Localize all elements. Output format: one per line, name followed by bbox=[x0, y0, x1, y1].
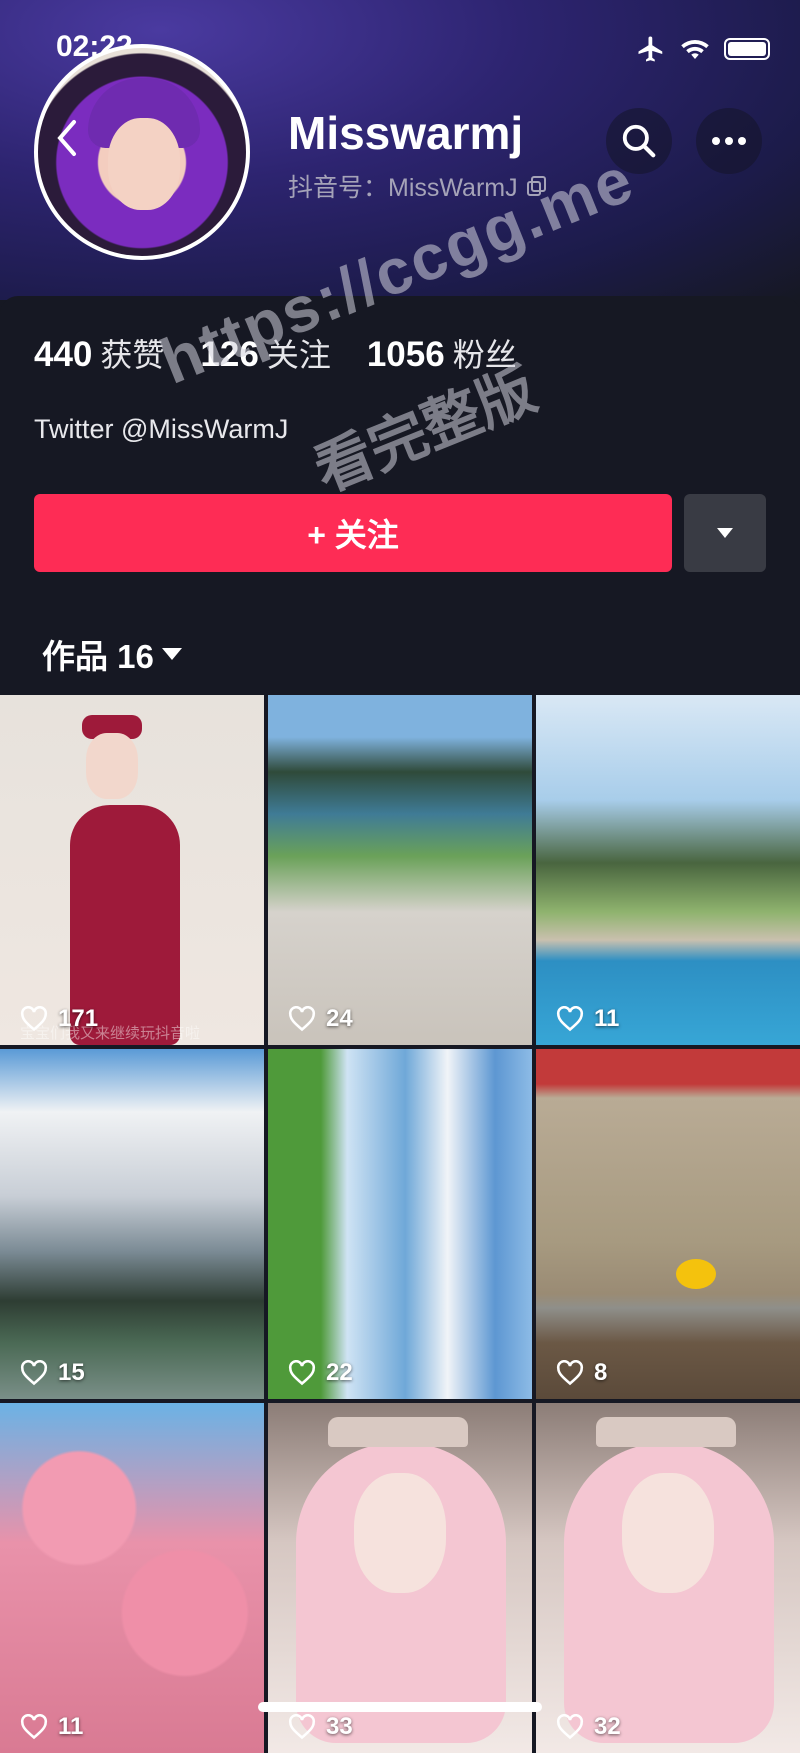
more-icon bbox=[712, 137, 746, 145]
tab-works[interactable]: 作品 16 bbox=[42, 630, 182, 678]
video-tile[interactable]: 11 bbox=[536, 695, 800, 1045]
heart-icon bbox=[288, 1360, 316, 1386]
video-tile[interactable]: 8 bbox=[536, 1049, 800, 1399]
like-count: 22 bbox=[288, 1359, 353, 1387]
caret-down-icon bbox=[161, 648, 182, 660]
stat-likes[interactable]: 440 获赞 bbox=[34, 330, 164, 376]
video-tile[interactable]: 24 bbox=[268, 695, 532, 1045]
like-count: 11 bbox=[556, 1005, 619, 1033]
heart-icon bbox=[556, 1714, 584, 1740]
profile-username: Misswarmj bbox=[288, 107, 524, 159]
caret-down-icon bbox=[717, 528, 733, 538]
heart-icon bbox=[20, 1714, 48, 1740]
home-indicator[interactable] bbox=[258, 1702, 542, 1712]
battery-icon bbox=[724, 38, 770, 60]
heart-icon bbox=[288, 1006, 316, 1032]
stat-followers[interactable]: 1056 粉丝 bbox=[367, 330, 517, 376]
douyin-id: 抖音号：MissWarmJ bbox=[288, 168, 548, 204]
copy-icon[interactable] bbox=[526, 175, 548, 197]
video-tile[interactable]: 15 bbox=[0, 1049, 264, 1399]
stat-following[interactable]: 126 关注 bbox=[200, 330, 330, 376]
status-icons bbox=[636, 34, 770, 64]
like-count: 24 bbox=[288, 1005, 353, 1033]
video-tile[interactable]: 11 bbox=[0, 1403, 264, 1753]
follow-button[interactable]: + 关注 bbox=[34, 494, 672, 572]
like-count: 33 bbox=[288, 1713, 353, 1741]
back-arrow-icon[interactable] bbox=[54, 118, 80, 158]
heart-icon bbox=[556, 1360, 584, 1386]
heart-icon bbox=[20, 1006, 48, 1032]
works-grid: 宝宝们我又来继续玩抖音啦 171 24 11 15 22 8 11 33 32 bbox=[0, 695, 800, 1753]
wifi-icon bbox=[681, 39, 709, 59]
more-options-button[interactable] bbox=[696, 108, 762, 174]
heart-icon bbox=[20, 1360, 48, 1386]
like-count: 32 bbox=[556, 1713, 621, 1741]
recommend-dropdown-button[interactable] bbox=[684, 494, 766, 572]
like-count: 15 bbox=[20, 1359, 85, 1387]
airplane-icon bbox=[638, 36, 663, 62]
heart-icon bbox=[556, 1006, 584, 1032]
heart-icon bbox=[288, 1714, 316, 1740]
search-icon bbox=[622, 124, 656, 158]
search-button[interactable] bbox=[606, 108, 672, 174]
video-tile[interactable]: 33 bbox=[268, 1403, 532, 1753]
tab-works-label: 作品 16 bbox=[42, 638, 154, 675]
douyin-id-text: 抖音号：MissWarmJ bbox=[288, 174, 518, 202]
video-tile[interactable]: 22 bbox=[268, 1049, 532, 1399]
video-tile[interactable]: 32 bbox=[536, 1403, 800, 1753]
like-count: 8 bbox=[556, 1359, 607, 1387]
video-tile[interactable]: 宝宝们我又来继续玩抖音啦 171 bbox=[0, 695, 264, 1045]
profile-stats: 440 获赞 126 关注 1056 粉丝 bbox=[34, 330, 517, 376]
like-count: 11 bbox=[20, 1713, 83, 1741]
profile-bio: Twitter @MissWarmJ bbox=[34, 414, 289, 444]
like-count: 171 bbox=[20, 1005, 98, 1033]
